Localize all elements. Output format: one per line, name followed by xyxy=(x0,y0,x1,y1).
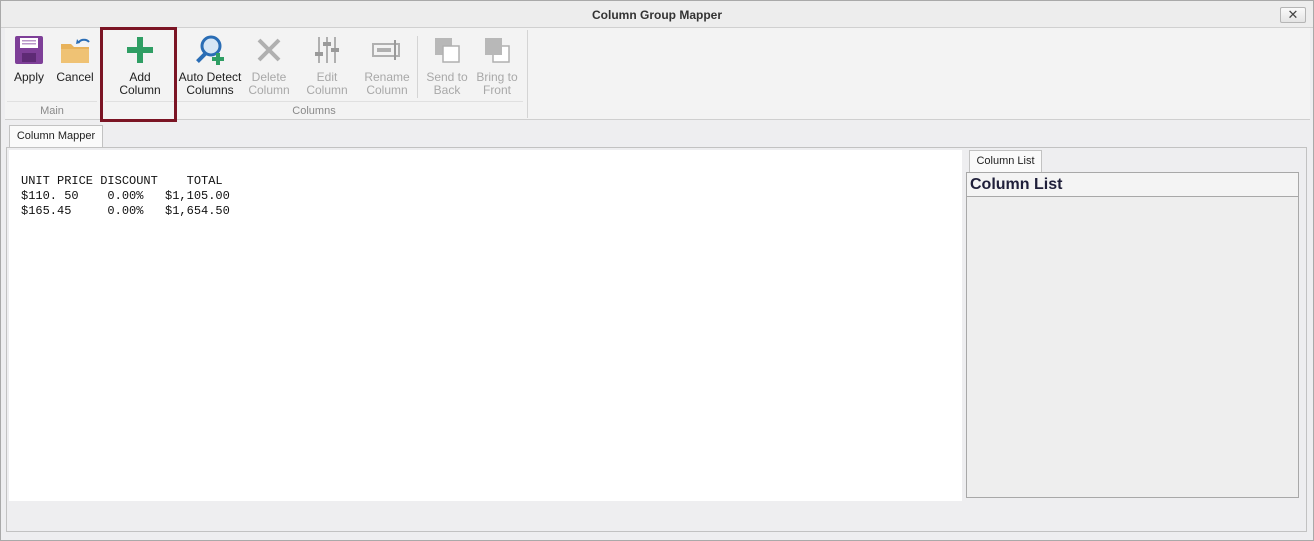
sliders-icon xyxy=(315,37,339,63)
document-text-area[interactable]: UNIT PRICE DISCOUNT TOTAL $110. 50 0.00%… xyxy=(9,150,962,501)
bring-to-front-label: Bring to Front xyxy=(473,71,521,97)
send-to-back-label: Send to Back xyxy=(423,71,471,97)
delete-column-button[interactable]: Delete Column xyxy=(245,30,293,98)
column-group-mapper-window: Column Group Mapper ✕ Apply Cancel Main … xyxy=(0,0,1314,541)
edit-column-label: Edit Column xyxy=(306,70,348,97)
document-line: UNIT PRICE DISCOUNT TOTAL xyxy=(21,174,223,188)
bring-to-front-icon xyxy=(485,38,510,63)
magnifier-plus-icon xyxy=(196,35,224,65)
document-line: $165.45 0.00% $1,654.50 xyxy=(21,204,230,218)
cancel-button[interactable]: Cancel xyxy=(53,30,97,98)
edit-column-button[interactable]: Edit Column xyxy=(295,30,359,98)
column-list-panel: Column List xyxy=(966,172,1299,498)
apply-button[interactable]: Apply xyxy=(9,30,49,98)
bring-front-label-line2: Front xyxy=(482,83,511,97)
title-bar: Column Group Mapper ✕ xyxy=(1,1,1313,28)
send-to-back-button[interactable]: Send to Back xyxy=(423,30,471,98)
apply-label: Apply xyxy=(13,70,45,84)
delete-x-icon xyxy=(257,38,281,62)
rename-textbox-icon xyxy=(372,40,400,60)
window-title: Column Group Mapper xyxy=(592,8,722,22)
tab-column-mapper[interactable]: Column Mapper xyxy=(9,125,103,148)
bring-to-front-button[interactable]: Bring to Front xyxy=(473,30,521,98)
auto-detect-label-line2: Columns xyxy=(186,83,234,97)
close-button[interactable]: ✕ xyxy=(1280,7,1306,23)
rename-column-label: Rename Column xyxy=(361,71,413,97)
column-list-box[interactable] xyxy=(967,197,1298,497)
rename-label-line2: Column xyxy=(366,83,408,97)
send-to-back-icon xyxy=(435,38,460,63)
column-list-title: Column List xyxy=(970,176,1063,193)
delete-label-line2: Column xyxy=(248,83,290,97)
rename-column-button[interactable]: Rename Column xyxy=(361,30,413,98)
column-list-header: Column List xyxy=(967,173,1298,197)
save-disk-icon xyxy=(15,36,43,64)
auto-detect-columns-button[interactable]: Auto Detect Columns xyxy=(177,30,243,98)
group-label-main: Main xyxy=(40,105,64,117)
add-column-highlight xyxy=(100,27,177,122)
document-line: $110. 50 0.00% $1,105.00 xyxy=(21,189,230,203)
delete-column-label: Delete Column xyxy=(245,71,293,97)
tab-column-list[interactable]: Column List xyxy=(969,150,1042,172)
folder-undo-icon xyxy=(61,38,90,63)
ribbon-toolbar: Apply Cancel Main Add Column Auto Detect… xyxy=(5,28,1310,120)
send-back-label-line2: Back xyxy=(433,83,461,97)
cancel-label: Cancel xyxy=(56,70,94,84)
auto-detect-columns-label: Auto Detect Columns xyxy=(177,71,243,97)
